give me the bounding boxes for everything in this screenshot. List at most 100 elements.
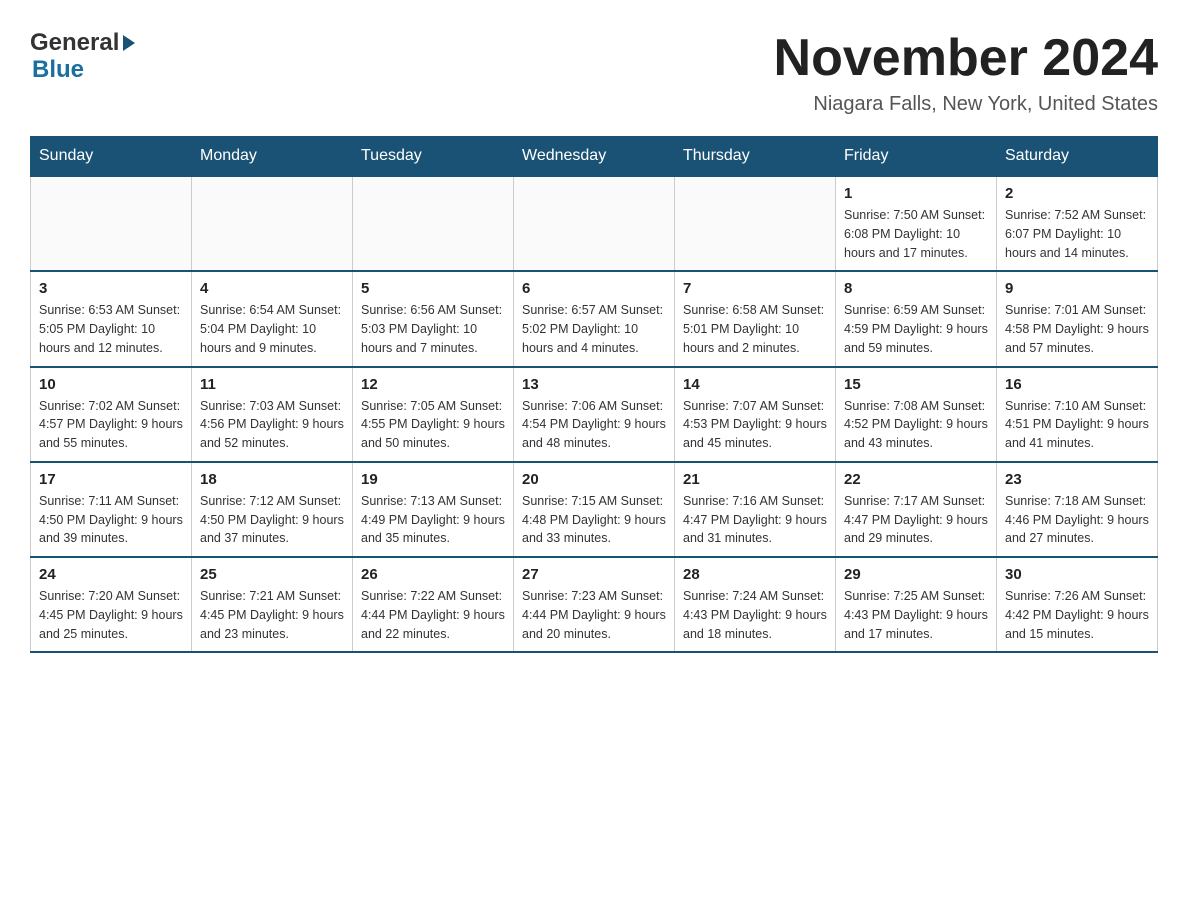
day-number: 11 [200,376,344,393]
weekday-header-wednesday: Wednesday [514,137,675,177]
day-number: 1 [844,185,988,202]
day-info: Sunrise: 7:15 AM Sunset: 4:48 PM Dayligh… [522,492,666,548]
calendar-cell: 18 Sunrise: 7:12 AM Sunset: 4:50 PM Dayli… [192,462,353,557]
calendar-cell: 28Sunrise: 7:24 AM Sunset: 4:43 PM Dayli… [675,557,836,652]
day-number: 4 [200,280,344,297]
day-number: 6 [522,280,666,297]
calendar-cell: 9 Sunrise: 7:01 AM Sunset: 4:58 PM Daylig… [997,271,1158,366]
day-info: Sunrise: 7:18 AM Sunset: 4:46 PM Dayligh… [1005,492,1149,548]
calendar-cell: 1 Sunrise: 7:50 AM Sunset: 6:08 PM Daylig… [836,176,997,271]
logo-triangle-icon [123,35,135,51]
calendar-cell: 12 Sunrise: 7:05 AM Sunset: 4:55 PM Dayli… [353,367,514,462]
day-info: Sunrise: 7:10 AM Sunset: 4:51 PM Dayligh… [1005,397,1149,453]
day-info: Sunrise: 7:08 AM Sunset: 4:52 PM Dayligh… [844,397,988,453]
calendar-cell: 13 Sunrise: 7:06 AM Sunset: 4:54 PM Dayli… [514,367,675,462]
calendar-table: SundayMondayTuesdayWednesdayThursdayFrid… [30,136,1158,653]
day-info: Sunrise: 7:12 AM Sunset: 4:50 PM Dayligh… [200,492,344,548]
day-number: 26 [361,566,505,583]
calendar-cell: 21Sunrise: 7:16 AM Sunset: 4:47 PM Dayli… [675,462,836,557]
calendar-cell [192,176,353,271]
day-info: Sunrise: 7:01 AM Sunset: 4:58 PM Dayligh… [1005,301,1149,357]
day-info: Sunrise: 6:54 AM Sunset: 5:04 PM Dayligh… [200,301,344,357]
calendar-cell: 7Sunrise: 6:58 AM Sunset: 5:01 PM Daylig… [675,271,836,366]
calendar-cell: 3 Sunrise: 6:53 AM Sunset: 5:05 PM Daylig… [31,271,192,366]
calendar-week-row: 3 Sunrise: 6:53 AM Sunset: 5:05 PM Daylig… [31,271,1158,366]
day-number: 12 [361,376,505,393]
day-info: Sunrise: 6:59 AM Sunset: 4:59 PM Dayligh… [844,301,988,357]
day-number: 9 [1005,280,1149,297]
day-number: 25 [200,566,344,583]
day-number: 20 [522,471,666,488]
day-number: 23 [1005,471,1149,488]
calendar-cell: 19 Sunrise: 7:13 AM Sunset: 4:49 PM Dayli… [353,462,514,557]
calendar-cell: 6 Sunrise: 6:57 AM Sunset: 5:02 PM Daylig… [514,271,675,366]
calendar-week-row: 10Sunrise: 7:02 AM Sunset: 4:57 PM Dayli… [31,367,1158,462]
calendar-cell [31,176,192,271]
calendar-cell: 27 Sunrise: 7:23 AM Sunset: 4:44 PM Dayli… [514,557,675,652]
day-number: 30 [1005,566,1149,583]
day-number: 16 [1005,376,1149,393]
page-header: General Blue November 2024 Niagara Falls… [30,30,1158,116]
logo: General Blue [30,30,135,84]
day-info: Sunrise: 7:02 AM Sunset: 4:57 PM Dayligh… [39,397,183,453]
day-number: 15 [844,376,988,393]
logo-general-text: General [30,30,119,56]
day-info: Sunrise: 7:06 AM Sunset: 4:54 PM Dayligh… [522,397,666,453]
calendar-cell: 24Sunrise: 7:20 AM Sunset: 4:45 PM Dayli… [31,557,192,652]
day-number: 21 [683,471,827,488]
calendar-cell: 14 Sunrise: 7:07 AM Sunset: 4:53 PM Dayli… [675,367,836,462]
calendar-cell: 2 Sunrise: 7:52 AM Sunset: 6:07 PM Daylig… [997,176,1158,271]
calendar-cell: 8Sunrise: 6:59 AM Sunset: 4:59 PM Daylig… [836,271,997,366]
calendar-cell: 30 Sunrise: 7:26 AM Sunset: 4:42 PM Dayli… [997,557,1158,652]
day-info: Sunrise: 7:21 AM Sunset: 4:45 PM Dayligh… [200,587,344,643]
day-info: Sunrise: 6:56 AM Sunset: 5:03 PM Dayligh… [361,301,505,357]
logo-blue-text: Blue [32,56,135,84]
calendar-cell: 20 Sunrise: 7:15 AM Sunset: 4:48 PM Dayli… [514,462,675,557]
day-number: 27 [522,566,666,583]
day-number: 13 [522,376,666,393]
calendar-cell: 4 Sunrise: 6:54 AM Sunset: 5:04 PM Daylig… [192,271,353,366]
day-info: Sunrise: 7:22 AM Sunset: 4:44 PM Dayligh… [361,587,505,643]
day-info: Sunrise: 7:52 AM Sunset: 6:07 PM Dayligh… [1005,206,1149,262]
calendar-cell: 22Sunrise: 7:17 AM Sunset: 4:47 PM Dayli… [836,462,997,557]
day-number: 17 [39,471,183,488]
day-number: 19 [361,471,505,488]
title-section: November 2024 Niagara Falls, New York, U… [774,30,1158,116]
day-number: 18 [200,471,344,488]
day-number: 5 [361,280,505,297]
calendar-cell: 26 Sunrise: 7:22 AM Sunset: 4:44 PM Dayli… [353,557,514,652]
day-number: 29 [844,566,988,583]
day-info: Sunrise: 7:20 AM Sunset: 4:45 PM Dayligh… [39,587,183,643]
weekday-header-friday: Friday [836,137,997,177]
day-number: 2 [1005,185,1149,202]
weekday-header-tuesday: Tuesday [353,137,514,177]
day-number: 3 [39,280,183,297]
weekday-header-sunday: Sunday [31,137,192,177]
day-info: Sunrise: 6:57 AM Sunset: 5:02 PM Dayligh… [522,301,666,357]
day-info: Sunrise: 7:03 AM Sunset: 4:56 PM Dayligh… [200,397,344,453]
day-number: 14 [683,376,827,393]
calendar-cell [353,176,514,271]
day-info: Sunrise: 7:26 AM Sunset: 4:42 PM Dayligh… [1005,587,1149,643]
day-info: Sunrise: 7:13 AM Sunset: 4:49 PM Dayligh… [361,492,505,548]
calendar-cell: 10Sunrise: 7:02 AM Sunset: 4:57 PM Dayli… [31,367,192,462]
day-number: 7 [683,280,827,297]
day-info: Sunrise: 7:05 AM Sunset: 4:55 PM Dayligh… [361,397,505,453]
calendar-cell: 15 Sunrise: 7:08 AM Sunset: 4:52 PM Dayli… [836,367,997,462]
day-info: Sunrise: 7:23 AM Sunset: 4:44 PM Dayligh… [522,587,666,643]
calendar-week-row: 24Sunrise: 7:20 AM Sunset: 4:45 PM Dayli… [31,557,1158,652]
day-info: Sunrise: 6:53 AM Sunset: 5:05 PM Dayligh… [39,301,183,357]
calendar-cell: 16 Sunrise: 7:10 AM Sunset: 4:51 PM Dayli… [997,367,1158,462]
day-number: 28 [683,566,827,583]
calendar-header-row: SundayMondayTuesdayWednesdayThursdayFrid… [31,137,1158,177]
calendar-cell: 5 Sunrise: 6:56 AM Sunset: 5:03 PM Daylig… [353,271,514,366]
calendar-cell [514,176,675,271]
calendar-cell: 29Sunrise: 7:25 AM Sunset: 4:43 PM Dayli… [836,557,997,652]
calendar-week-row: 1 Sunrise: 7:50 AM Sunset: 6:08 PM Daylig… [31,176,1158,271]
calendar-cell: 11 Sunrise: 7:03 AM Sunset: 4:56 PM Dayli… [192,367,353,462]
day-info: Sunrise: 7:07 AM Sunset: 4:53 PM Dayligh… [683,397,827,453]
day-info: Sunrise: 7:50 AM Sunset: 6:08 PM Dayligh… [844,206,988,262]
weekday-header-thursday: Thursday [675,137,836,177]
day-info: Sunrise: 7:17 AM Sunset: 4:47 PM Dayligh… [844,492,988,548]
day-info: Sunrise: 7:11 AM Sunset: 4:50 PM Dayligh… [39,492,183,548]
